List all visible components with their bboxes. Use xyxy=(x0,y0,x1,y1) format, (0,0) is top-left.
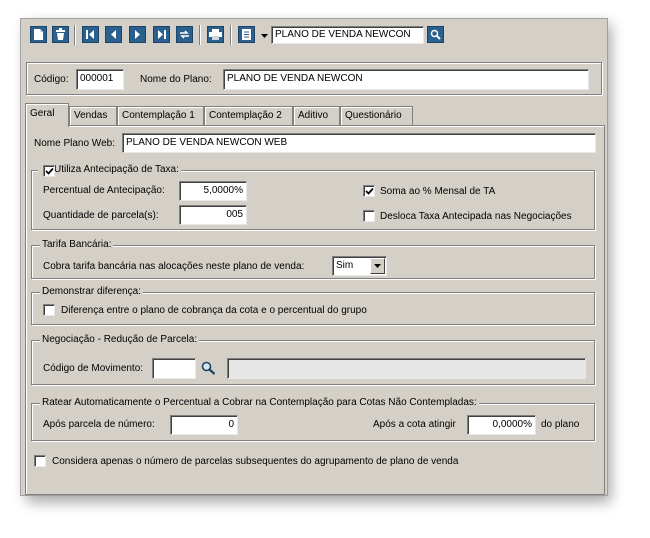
codigo-movimento-label: Código de Movimento: xyxy=(43,363,144,374)
negociacao-title: Negociação - Redução de Parcela: xyxy=(42,334,198,345)
list-icon[interactable] xyxy=(238,26,255,43)
toolbar-separator xyxy=(230,25,232,45)
prev-icon[interactable] xyxy=(105,26,122,43)
tab-questionario[interactable]: Questionário xyxy=(340,106,413,126)
desloca-checkbox[interactable] xyxy=(363,210,375,222)
dropdown-arrow-icon[interactable] xyxy=(261,31,268,42)
tab-contemplacao-2[interactable]: Contemplação 2 xyxy=(204,106,293,126)
diferenca-checkbox[interactable] xyxy=(43,304,55,316)
tab-geral[interactable]: Geral xyxy=(25,103,69,127)
tarifa-title: Tarifa Bancária: xyxy=(42,239,112,250)
search-icon[interactable] xyxy=(201,361,216,378)
soma-checkbox[interactable] xyxy=(363,185,375,197)
percentual-field[interactable]: 5,0000% xyxy=(179,181,247,201)
diferenca-label: Diferença entre o plano de cobrança da c… xyxy=(61,305,367,316)
nome-plano-label: Nome do Plano: xyxy=(140,74,212,85)
apos-cota-label: Após a cota atingir xyxy=(373,419,456,430)
antecipacao-checkbox[interactable] xyxy=(43,165,55,177)
cobra-tarifa-label: Cobra tarifa bancária nas alocações nest… xyxy=(43,261,305,272)
apos-cota-field[interactable]: 0,0000% xyxy=(467,415,536,435)
delete-icon[interactable] xyxy=(52,26,69,43)
percentual-label: Percentual de Antecipação: xyxy=(43,185,165,196)
cobra-tarifa-value: Sim xyxy=(336,260,354,271)
codigo-label: Código: xyxy=(34,74,69,85)
chevron-down-icon[interactable] xyxy=(370,258,385,274)
considera-checkbox[interactable] xyxy=(34,455,46,467)
print-icon[interactable] xyxy=(207,26,224,43)
tab-vendas[interactable]: Vendas xyxy=(69,106,117,126)
search-icon[interactable] xyxy=(427,26,444,43)
tab-contemplacao-1[interactable]: Contemplação 1 xyxy=(117,106,204,126)
apos-parcela-field[interactable]: 0 xyxy=(170,415,238,435)
quantidade-label: Quantidade de parcela(s): xyxy=(43,210,159,221)
quantidade-field[interactable]: 005 xyxy=(179,205,247,225)
codigo-movimento-field[interactable] xyxy=(152,358,196,379)
last-icon[interactable] xyxy=(153,26,170,43)
desloca-label: Desloca Taxa Antecipada nas Negociações xyxy=(380,211,572,222)
movimento-descricao-field xyxy=(227,358,586,379)
next-icon[interactable] xyxy=(129,26,146,43)
ratear-title: Ratear Automaticamente o Percentual a Co… xyxy=(42,397,477,408)
codigo-field[interactable]: 000001 xyxy=(76,69,124,90)
nome-web-field[interactable]: PLANO DE VENDA NEWCON WEB xyxy=(122,133,596,153)
refresh-icon[interactable] xyxy=(176,26,193,43)
plano-venda-window: PLANO DE VENDA NEWCON Código: 000001 Nom… xyxy=(20,18,608,496)
new-icon[interactable] xyxy=(30,26,47,43)
tab-aditivo[interactable]: Aditivo xyxy=(293,106,340,126)
toolbar-separator xyxy=(199,25,201,45)
considera-label: Considera apenas o número de parcelas su… xyxy=(52,456,459,467)
search-input[interactable]: PLANO DE VENDA NEWCON xyxy=(271,26,424,44)
toolbar-separator xyxy=(74,25,76,45)
first-icon[interactable] xyxy=(82,26,99,43)
cobra-tarifa-select[interactable]: Sim xyxy=(332,256,387,276)
nome-plano-field[interactable]: PLANO DE VENDA NEWCON xyxy=(223,69,589,90)
soma-label: Soma ao % Mensal de TA xyxy=(380,186,496,197)
antecipacao-title: Utiliza Antecipação de Taxa: xyxy=(54,164,179,175)
apos-parcela-label: Após parcela de número: xyxy=(43,419,155,430)
do-plano-label: do plano xyxy=(541,419,580,430)
nome-web-label: Nome Plano Web: xyxy=(34,138,115,149)
diferenca-title: Demonstrar diferença: xyxy=(42,286,141,297)
